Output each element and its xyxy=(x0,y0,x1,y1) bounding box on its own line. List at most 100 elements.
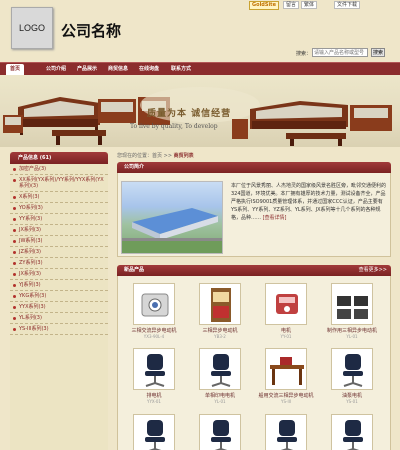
factory-photo[interactable] xyxy=(121,181,223,254)
nav-products[interactable]: 产品展示 xyxy=(77,63,97,75)
product-image[interactable] xyxy=(331,414,373,450)
sidebar-item[interactable]: 加密产品(3) xyxy=(10,164,108,175)
traditional-chinese-link[interactable]: 繁体 xyxy=(301,1,318,9)
nav-inquiry[interactable]: 在线询盘 xyxy=(139,63,159,75)
banner: 质量为本 诚信经营 To live by quality, To develop xyxy=(0,75,400,147)
chair-icon xyxy=(200,354,240,389)
product-card[interactable] xyxy=(190,414,250,450)
sidebar-item[interactable]: YY系列(3) xyxy=(10,214,108,225)
product-card[interactable]: 单相印电电机 YL-01 xyxy=(190,348,250,404)
product-model: YY-01 xyxy=(280,334,292,339)
products-box: 三相交流异步电动机 YX3-90L-4 三相异步电动机 YB3-2 电机 YY-01 制作用… xyxy=(117,276,391,450)
product-card[interactable]: 三相异步电动机 YB3-2 xyxy=(190,283,250,339)
phone-icon xyxy=(266,294,306,324)
product-model: YL-01 xyxy=(346,334,358,339)
sidebar-item[interactable]: X系列(3) xyxy=(10,192,108,203)
product-image[interactable] xyxy=(265,283,307,325)
products-header: 新品产品 查看更多>> xyxy=(117,265,391,276)
intro-header: 公司简介 xyxy=(117,162,391,173)
product-card[interactable] xyxy=(322,414,382,450)
header: LOGO 公司名称 GoldSite 留言 繁体 文件下载 搜索： 搜索 xyxy=(0,0,400,62)
product-image[interactable] xyxy=(265,348,307,390)
product-image[interactable] xyxy=(133,414,175,450)
sidebar-item[interactable]: ZY系列(3) xyxy=(10,258,108,269)
products-more-link[interactable]: 查看更多>> xyxy=(359,265,387,276)
sidebar-item[interactable]: JX系列(3) xyxy=(10,225,108,236)
sidebar: 产品信息 (61) 加密产品(3) XX系列(YX系列)/YY系列/YYX系列(Y… xyxy=(10,152,108,450)
breadcrumb: 您现在的位置：首页 >> 商贸列表 xyxy=(117,152,391,160)
nav-trade[interactable]: 商贸信息 xyxy=(108,63,128,75)
product-name[interactable]: 三相异步电动机 xyxy=(190,327,250,334)
product-card[interactable]: 船用交流三相异步电动机 YS-III xyxy=(256,348,316,404)
product-model: YS-01 xyxy=(346,399,358,404)
sidebar-item[interactable]: YS-III系列(3) xyxy=(10,324,108,335)
product-image[interactable] xyxy=(331,348,373,390)
message-link[interactable]: 留言 xyxy=(283,1,300,9)
sidebar-item[interactable]: YJ系列(3) xyxy=(10,280,108,291)
sidebar-item[interactable]: YKG系列(3) xyxy=(10,291,108,302)
intro-more-link[interactable]: [查看详情] xyxy=(263,215,287,221)
search-input[interactable] xyxy=(312,48,368,57)
breadcrumb-home[interactable]: 首页 xyxy=(152,153,162,159)
chair-icon xyxy=(332,354,372,389)
product-image[interactable] xyxy=(199,283,241,325)
download-link[interactable]: 文件下载 xyxy=(334,1,361,9)
product-name[interactable]: 船用交流三相异步电动机 xyxy=(256,392,316,399)
product-name[interactable]: 电机 xyxy=(256,327,316,334)
sidebar-item[interactable]: JZ系列(3) xyxy=(10,247,108,258)
product-name[interactable]: 制作用三相异步电动机 xyxy=(322,327,382,334)
chair-icon xyxy=(134,354,174,389)
intro-text: 本厂位于风景秀丽、人杰地灵的国家级风景名胜区旁，毗邻交通便利的324国道，环境优… xyxy=(231,182,387,222)
product-name[interactable]: 油泵电机 xyxy=(322,392,382,399)
camera-icon xyxy=(134,293,174,324)
product-image[interactable] xyxy=(265,414,307,450)
company-name: 公司名称 xyxy=(61,22,122,40)
banner-slogan: 质量为本 诚信经营 xyxy=(147,109,232,119)
sidebar-item[interactable]: YO系列(3) xyxy=(10,203,108,214)
intro-box: 本厂位于风景秀丽、人杰地灵的国家级风景名胜区旁，毗邻交通便利的324国道，环境优… xyxy=(117,173,391,257)
product-image[interactable] xyxy=(133,283,175,325)
tools-icon xyxy=(332,296,372,324)
desk-icon xyxy=(266,357,306,389)
product-model: YS-III xyxy=(281,399,291,404)
search-button[interactable]: 搜索 xyxy=(371,48,385,57)
banner-slogan-en: To live by quality, To develop xyxy=(130,123,218,130)
breadcrumb-sep: >> xyxy=(163,153,173,159)
product-model: YL-01 xyxy=(214,399,226,404)
sidebar-item[interactable]: JW系列(3) xyxy=(10,236,108,247)
product-card[interactable] xyxy=(256,414,316,450)
sidebar-list: 加密产品(3) XX系列(YX系列)/YY系列/YYX系列(YX系列)(3) X系列… xyxy=(10,164,108,335)
product-card[interactable] xyxy=(124,414,184,450)
logo[interactable]: LOGO xyxy=(11,7,53,49)
product-name[interactable]: 三相交流异步电动机 xyxy=(124,327,184,334)
book-icon xyxy=(200,288,240,324)
product-image[interactable] xyxy=(133,348,175,390)
product-card[interactable]: 三相交流异步电动机 YX3-90L-4 xyxy=(124,283,184,339)
sidebar-item[interactable]: YYX系列(3) xyxy=(10,302,108,313)
product-name[interactable]: 排电机 xyxy=(124,392,184,399)
sidebar-item[interactable]: JX系列(3) xyxy=(10,269,108,280)
products-title: 新品产品 xyxy=(124,267,145,273)
sidebar-item[interactable]: XX系列(YX系列)/YY系列/YYX系列(YX系列)(3) xyxy=(10,175,108,192)
nav-home[interactable]: 首页 xyxy=(6,64,25,75)
goldsite-badge[interactable]: GoldSite xyxy=(249,1,279,10)
intro-body: 本厂位于风景秀丽、人杰地灵的国家级风景名胜区旁，毗邻交通便利的324国道，环境优… xyxy=(231,183,387,221)
main-nav: 首页 公司介绍 产品展示 商贸信息 在线询盘 联系方式 xyxy=(0,62,400,75)
intro-title: 公司简介 xyxy=(124,164,145,170)
product-model: YB3-2 xyxy=(214,334,226,339)
product-card[interactable]: 电机 YY-01 xyxy=(256,283,316,339)
product-name[interactable]: 单相印电电机 xyxy=(190,392,250,399)
product-card[interactable]: 排电机 YYX-01 xyxy=(124,348,184,404)
sidebar-item[interactable]: YL系列(3) xyxy=(10,313,108,324)
nav-about[interactable]: 公司介绍 xyxy=(46,63,66,75)
product-card[interactable]: 油泵电机 YS-01 xyxy=(322,348,382,404)
product-model: YYX-01 xyxy=(147,399,161,404)
nav-contact[interactable]: 联系方式 xyxy=(171,63,191,75)
search-label: 搜索： xyxy=(296,51,312,57)
product-image[interactable] xyxy=(331,283,373,325)
product-card[interactable]: 制作用三相异步电动机 YL-01 xyxy=(322,283,382,339)
main-content: 您现在的位置：首页 >> 商贸列表 公司简介 本厂位于风景秀丽、人杰地灵的国家级… xyxy=(117,152,391,450)
product-image[interactable] xyxy=(199,348,241,390)
product-model: YX3-90L-4 xyxy=(143,334,165,339)
product-image[interactable] xyxy=(199,414,241,450)
